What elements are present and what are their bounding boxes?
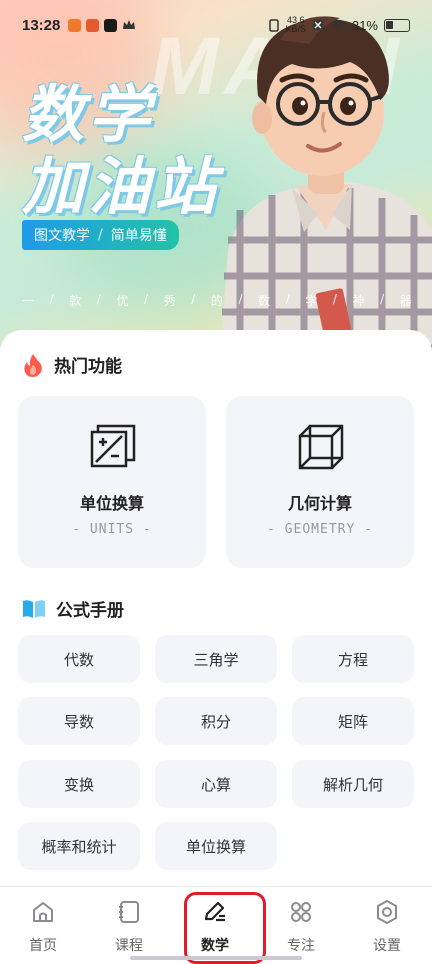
hero-tag-left: 图文教学 xyxy=(34,228,90,244)
hero-slogan-char: / xyxy=(96,292,101,306)
wifi-icon xyxy=(330,19,346,32)
hero-slogan-char: / xyxy=(191,292,196,306)
gesture-home-bar[interactable] xyxy=(130,956,302,960)
battery-icon xyxy=(384,18,410,32)
hot-section-title: 热门功能 xyxy=(54,357,122,377)
nav-item-settings[interactable]: 设置 xyxy=(344,887,430,964)
feature-card-geometry[interactable]: 几何计算 - GEOMETRY - xyxy=(226,396,414,568)
hero-slogan-char: 优 xyxy=(116,294,129,308)
formula-item-mental-math[interactable]: 心算 xyxy=(155,760,277,808)
hero-title-line2: 加油站 xyxy=(22,153,221,222)
formula-item-transform[interactable]: 变换 xyxy=(18,760,140,808)
battery-percent: 31% xyxy=(351,17,378,33)
hero-slogan-char: 一 xyxy=(22,294,35,308)
hero-slogan-char: / xyxy=(285,292,290,306)
hero-slogan-char: 数 xyxy=(258,294,271,308)
feature-name: 单位换算 xyxy=(79,494,144,513)
hero-slogan: 一 / 款 / 优 / 秀 / 的 / 数 / 学 / 神 / 器 xyxy=(22,292,412,309)
sim-icon xyxy=(269,18,280,32)
formula-item-integrals[interactable]: 积分 xyxy=(155,697,277,745)
fire-icon xyxy=(24,353,42,377)
hero-slogan-char: 秀 xyxy=(163,294,176,308)
network-speed-unit: KB/S xyxy=(285,24,306,34)
nav-label: 课程 xyxy=(115,938,143,954)
formula-item-unit-conversion[interactable]: 单位换算 xyxy=(155,822,277,870)
nav-label: 专注 xyxy=(287,938,315,954)
crown-icon xyxy=(123,20,136,29)
hero-tag-separator: / xyxy=(98,227,103,243)
active-tab-highlight xyxy=(184,892,266,964)
notification-app-icon xyxy=(68,18,82,32)
hero-tag-right: 简单易懂 xyxy=(110,228,167,244)
settings-icon xyxy=(377,900,397,924)
unit-convert-icon xyxy=(90,424,136,468)
feature-name: 几何计算 xyxy=(287,494,352,513)
feature-card-units[interactable]: 单位换算 - UNITS - xyxy=(18,396,206,568)
nav-label: 首页 xyxy=(29,938,57,954)
formula-item-matrix[interactable]: 矩阵 xyxy=(292,697,414,745)
status-bar: 13:28 43.6 KB/S 31% xyxy=(0,0,432,50)
formula-item-equations[interactable]: 方程 xyxy=(292,635,414,683)
hero-slogan-char: / xyxy=(144,292,149,306)
formula-section-title: 公式手册 xyxy=(56,601,124,621)
tiktok-icon xyxy=(104,18,118,32)
no-signal-icon xyxy=(312,20,323,30)
feature-subtitle: - GEOMETRY - xyxy=(267,522,373,537)
formula-item-trigonometry[interactable]: 三角学 xyxy=(155,635,277,683)
formula-item-probability[interactable]: 概率和统计 xyxy=(18,822,140,870)
nav-item-focus[interactable]: 专注 xyxy=(258,887,344,964)
status-time: 13:28 xyxy=(22,16,61,34)
hero-slogan-char: / xyxy=(238,292,243,306)
grid-icon xyxy=(291,902,311,922)
book-icon xyxy=(23,599,45,618)
hero-banner: MATH xyxy=(0,0,432,360)
formula-section-header: 公式手册 xyxy=(22,596,124,621)
feature-subtitle: - UNITS - xyxy=(72,522,152,537)
notification-app-icon xyxy=(86,18,100,32)
hero-slogan-char: 神 xyxy=(352,294,365,308)
hero-slogan-char: 学 xyxy=(305,294,318,308)
nav-item-home[interactable]: 首页 xyxy=(0,887,86,964)
network-speed: 43.6 KB/S xyxy=(285,16,306,34)
hero-slogan-char: 的 xyxy=(210,294,223,308)
hero-slogan-char: 款 xyxy=(69,294,82,308)
formula-item-algebra[interactable]: 代数 xyxy=(18,635,140,683)
hero-slogan-char: / xyxy=(332,292,337,306)
notebook-icon xyxy=(119,901,139,923)
formula-item-analytic-geometry[interactable]: 解析几何 xyxy=(292,760,414,808)
nav-item-courses[interactable]: 课程 xyxy=(86,887,172,964)
cube-icon xyxy=(298,424,344,470)
formula-item-derivatives[interactable]: 导数 xyxy=(18,697,140,745)
hero-slogan-char: / xyxy=(49,292,54,306)
nav-label: 设置 xyxy=(373,938,401,954)
home-icon xyxy=(33,902,53,922)
main-panel: 热门功能 单位换算 - UNITS - 几何计算 - GEOMETRY - 公式… xyxy=(0,330,432,890)
hero-slogan-char: / xyxy=(380,292,385,306)
hot-section-header: 热门功能 xyxy=(22,352,122,377)
hero-slogan-char: 器 xyxy=(399,294,412,308)
hero-tag: 图文教学 / 简单易懂 xyxy=(22,220,179,250)
